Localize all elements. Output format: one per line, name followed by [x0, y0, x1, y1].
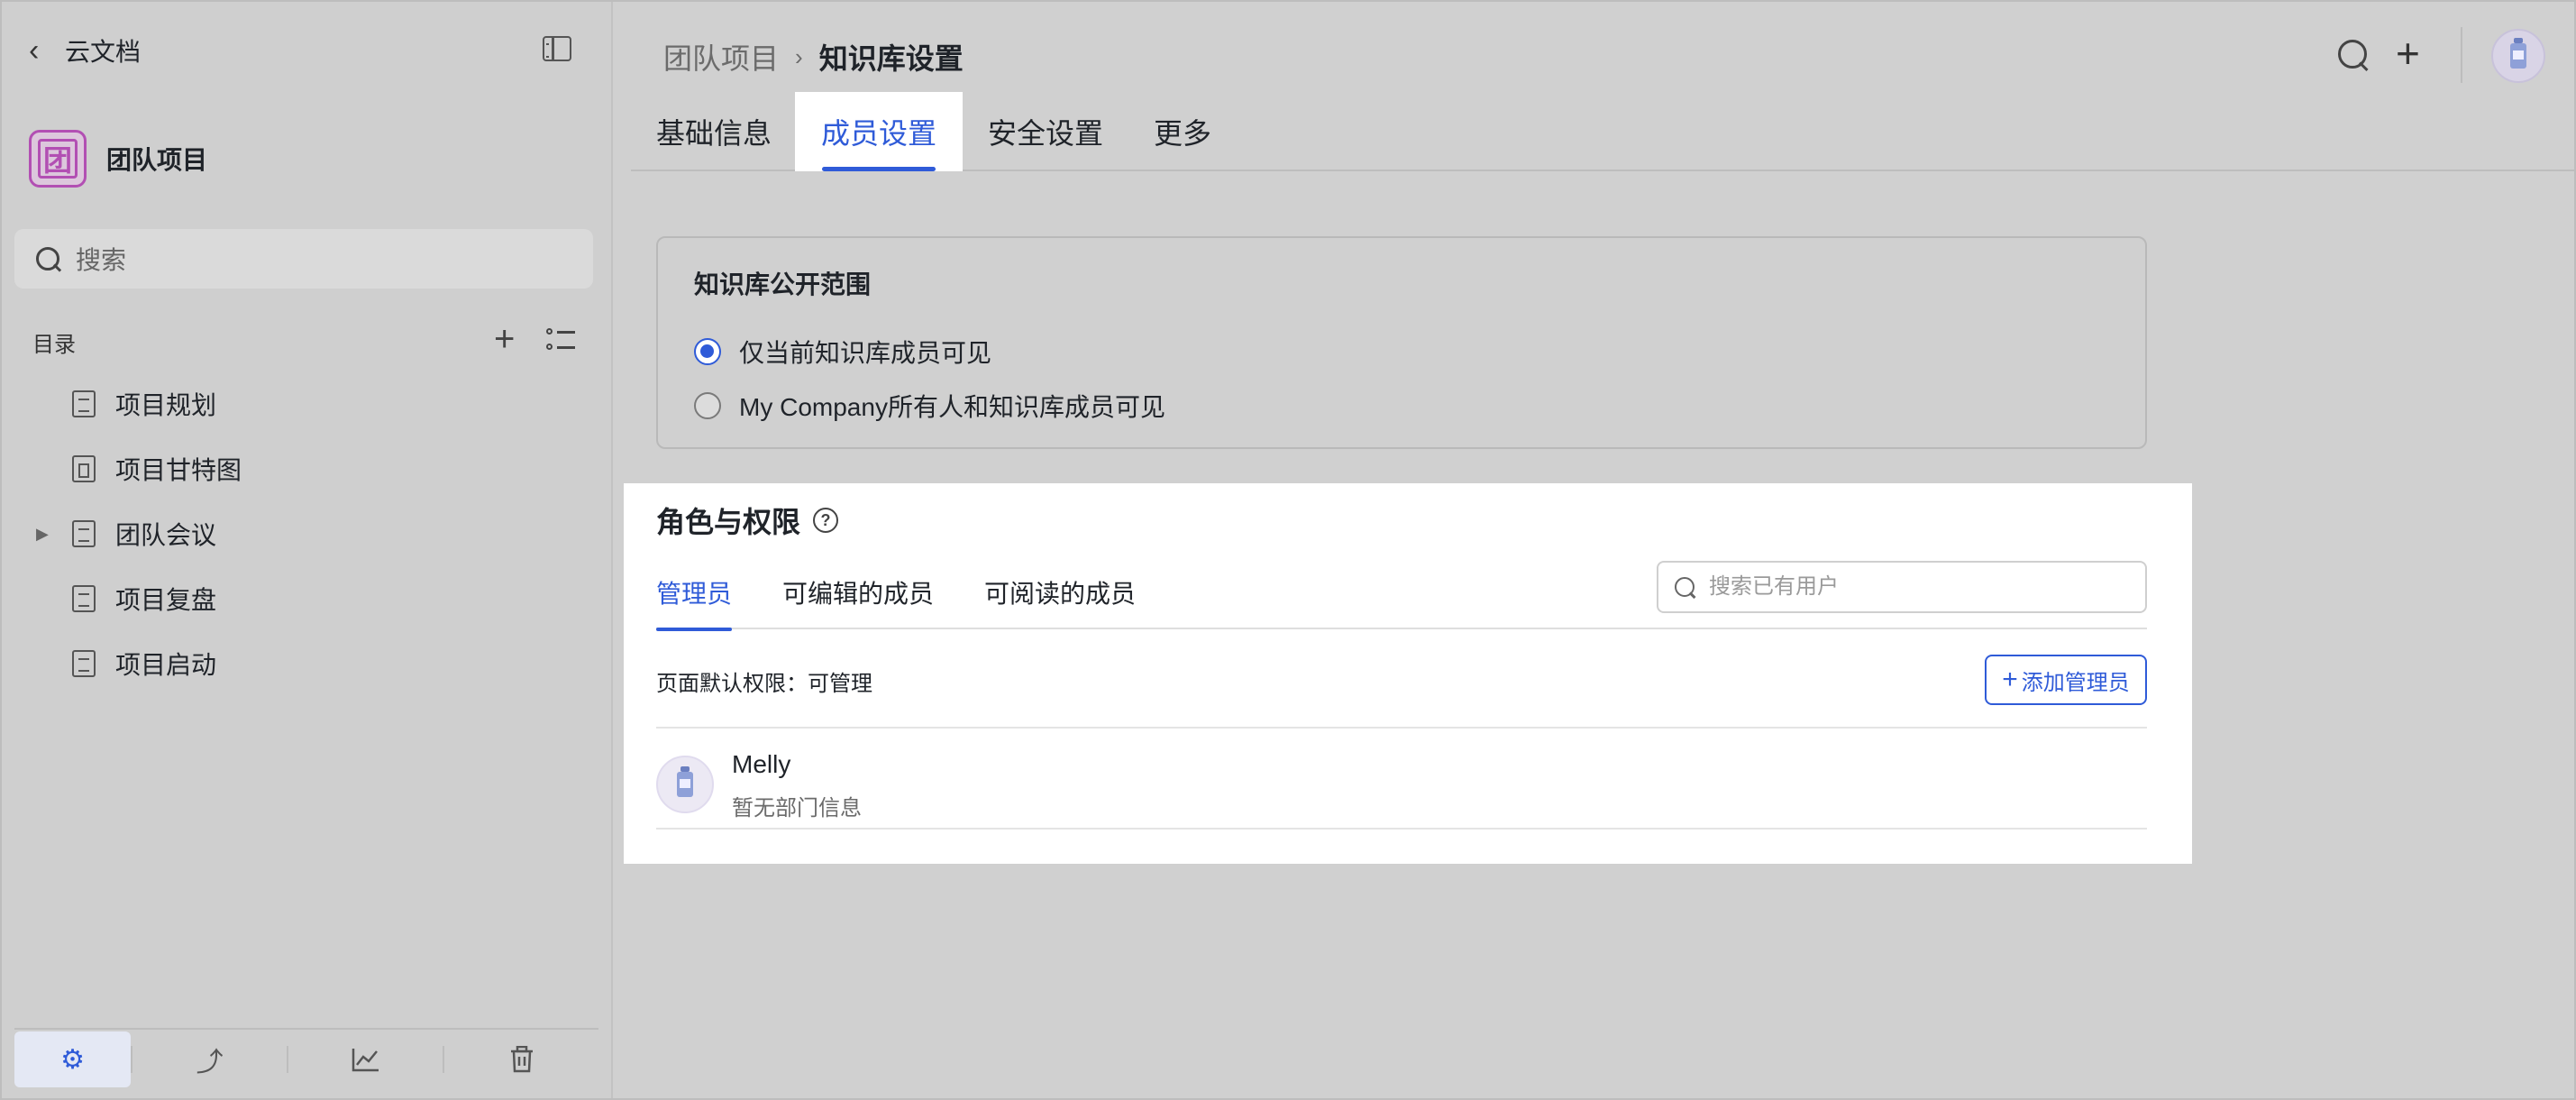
sidebar-footer: ⚙ ⤴: [14, 1028, 598, 1089]
user-search: [1657, 561, 2147, 613]
tab-basic-info[interactable]: 基础信息: [656, 92, 772, 171]
toc-item-label: 团队会议: [115, 521, 217, 549]
sidebar-search-input[interactable]: 搜索: [14, 229, 593, 289]
toc-item-project-plan[interactable]: 项目规划: [2, 371, 613, 436]
sidebar: ‹ 云文档 团 团队项目 搜索 目录 + 项目规划 项目甘特图 ▶ 团队会议 项…: [2, 2, 613, 1098]
sidebar-search-placeholder: 搜索: [76, 246, 127, 274]
tab-readers[interactable]: 可阅读的成员: [984, 555, 1136, 629]
member-row[interactable]: Melly 暂无部门信息: [656, 745, 2147, 828]
radio-checked[interactable]: [694, 338, 721, 365]
scope-option-members-only[interactable]: 仅当前知识库成员可见: [694, 334, 991, 370]
add-icon[interactable]: +: [494, 321, 515, 357]
divider: [656, 828, 2147, 830]
collapse-sidebar-icon[interactable]: [543, 36, 571, 61]
analytics-icon[interactable]: [288, 1031, 443, 1087]
trash-icon[interactable]: [444, 1031, 598, 1087]
radio-unchecked[interactable]: [694, 392, 721, 419]
roles-permissions-panel: 角色与权限 ? 管理员 可编辑的成员 可阅读的成员 页面默认权限：可管理 + 添…: [624, 483, 2192, 864]
toc-item-label: 项目甘特图: [115, 456, 242, 484]
search-icon: [1673, 575, 1696, 599]
add-admin-button[interactable]: + 添加管理员: [1985, 655, 2147, 705]
roles-title-text: 角色与权限: [656, 506, 801, 538]
expand-caret-icon[interactable]: ▶: [36, 525, 49, 544]
page-title: 知识库设置: [818, 42, 964, 75]
scope-option-label: 仅当前知识库成员可见: [739, 339, 992, 367]
tab-security-settings[interactable]: 安全设置: [988, 92, 1103, 171]
scope-option-company[interactable]: My Company所有人和知识库成员可见: [694, 388, 1165, 424]
toc-item-kickoff[interactable]: 项目启动: [2, 631, 613, 696]
chevron-right-icon: ›: [795, 42, 803, 70]
settings-icon[interactable]: ⚙: [14, 1031, 132, 1087]
space-logo-char: 团: [38, 139, 78, 179]
default-permission: 页面默认权限：可管理: [656, 672, 872, 696]
doc-icon: [72, 585, 96, 612]
scope-title: 知识库公开范围: [694, 270, 872, 298]
space-header[interactable]: 团 团队项目: [29, 130, 207, 188]
chevron-left-icon: ‹: [29, 32, 40, 68]
divider: [656, 727, 2147, 729]
avatar-image: [2510, 38, 2526, 69]
member-name: Melly: [732, 750, 791, 778]
member-department: 暂无部门信息: [732, 796, 862, 820]
tab-more[interactable]: 更多: [1154, 92, 1211, 171]
visibility-scope-card: 知识库公开范围 仅当前知识库成员可见 My Company所有人和知识库成员可见: [656, 236, 2147, 449]
back-label: 云文档: [65, 38, 142, 66]
search-icon: [34, 245, 61, 272]
global-search-button[interactable]: [2336, 38, 2369, 70]
tab-admins[interactable]: 管理员: [656, 555, 733, 631]
create-icon[interactable]: +: [2396, 32, 2420, 74]
tab-member-settings[interactable]: 成员设置: [795, 92, 963, 171]
toc-item-label: 项目复盘: [115, 586, 217, 614]
divider: [2461, 27, 2462, 83]
breadcrumb: 团队项目 › 知识库设置: [663, 36, 964, 78]
avatar: [656, 756, 714, 813]
space-logo: 团: [29, 130, 87, 188]
toc-item-review[interactable]: 项目复盘: [2, 566, 613, 631]
share-icon[interactable]: ⤴: [132, 1031, 287, 1087]
roles-title: 角色与权限 ?: [656, 500, 839, 541]
list-view-icon[interactable]: [546, 326, 575, 353]
toc-tree: 项目规划 项目甘特图 ▶ 团队会议 项目复盘 项目启动: [2, 371, 613, 696]
toc-item-team-meeting[interactable]: ▶ 团队会议: [2, 501, 613, 566]
search-icon: [2336, 38, 2369, 70]
toc-item-gantt[interactable]: 项目甘特图: [2, 436, 613, 501]
back-link[interactable]: ‹ 云文档: [29, 31, 141, 70]
toc-item-label: 项目启动: [115, 651, 217, 679]
breadcrumb-parent[interactable]: 团队项目: [663, 36, 779, 78]
add-admin-label: 添加管理员: [2021, 670, 2130, 695]
toc-item-label: 项目规划: [115, 391, 217, 419]
space-name: 团队项目: [106, 146, 208, 174]
settings-tabs: 基础信息 成员设置 安全设置 更多: [631, 92, 2576, 171]
doc-icon: [72, 520, 96, 547]
scope-option-label: My Company所有人和知识库成员可见: [739, 393, 1165, 421]
tab-editors[interactable]: 可编辑的成员: [782, 555, 934, 629]
plus-icon: +: [2002, 665, 2018, 694]
doc-icon: [72, 390, 96, 417]
avatar[interactable]: [2491, 29, 2545, 83]
toc-heading: 目录: [32, 333, 76, 357]
avatar-image: [677, 766, 693, 797]
sheet-icon: [72, 455, 96, 482]
help-icon[interactable]: ?: [813, 508, 839, 533]
doc-icon: [72, 650, 96, 677]
user-search-input[interactable]: [1709, 574, 2124, 600]
